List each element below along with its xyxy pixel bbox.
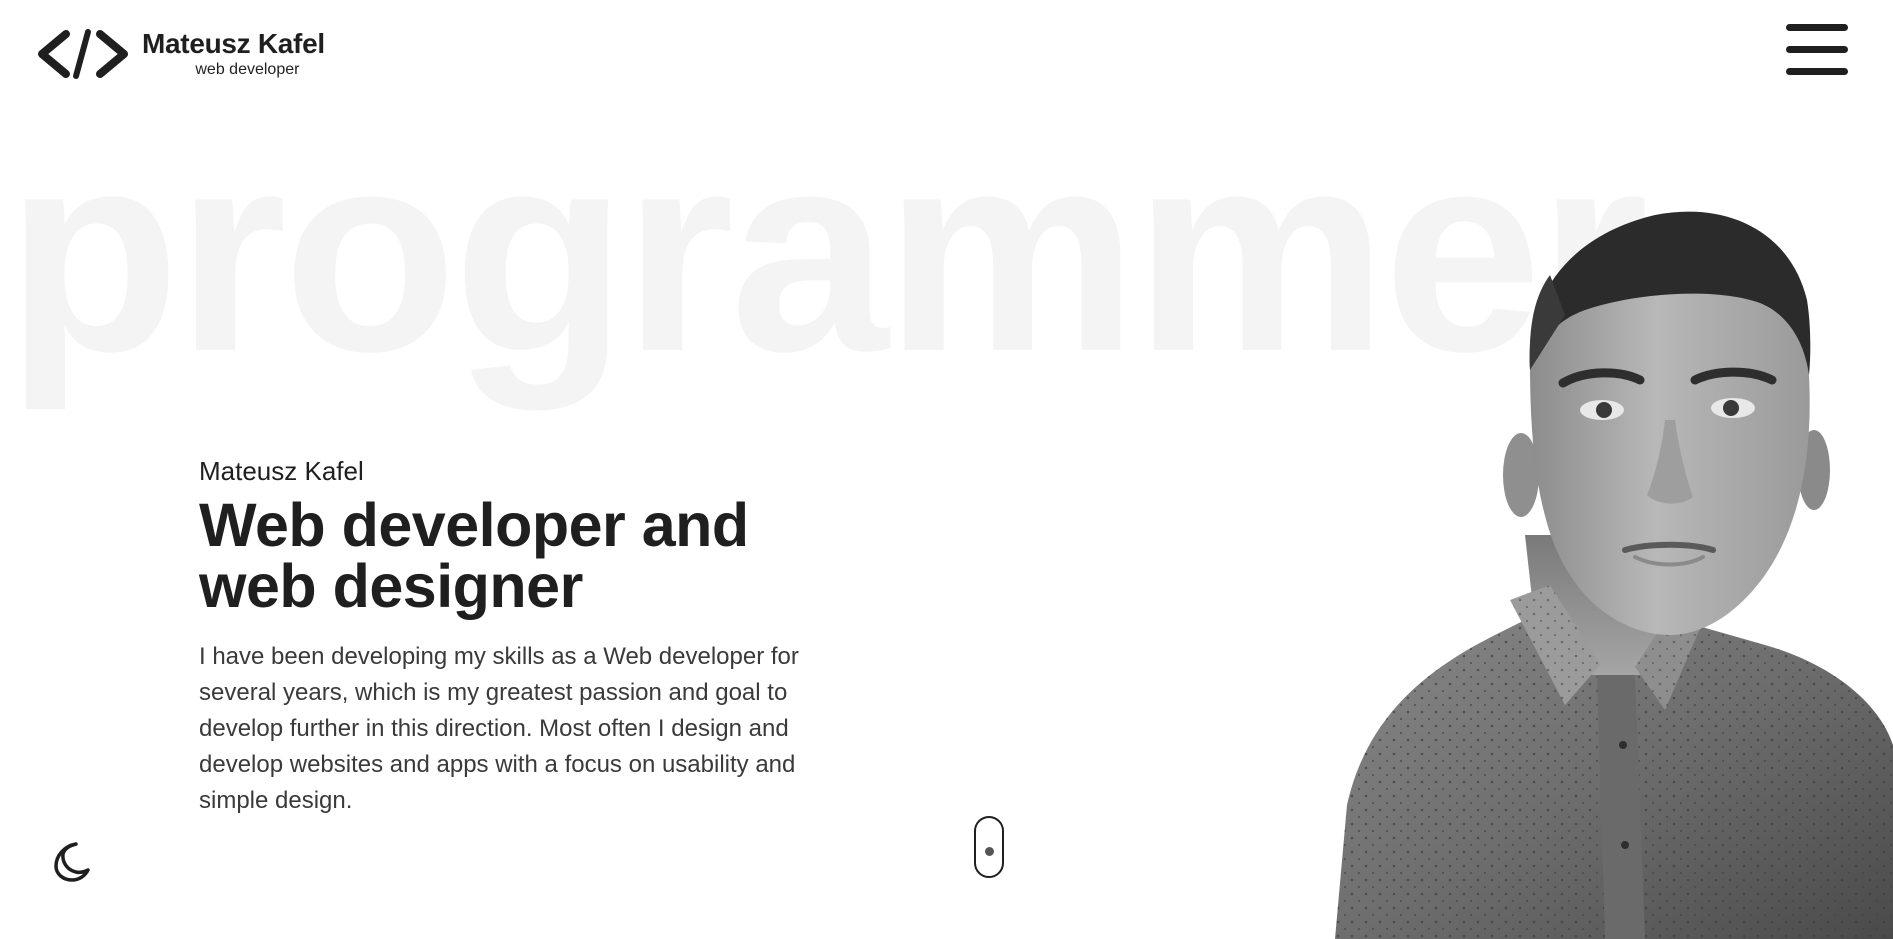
hamburger-line: [1786, 68, 1848, 75]
hero-section: Mateusz Kafel Web developer and web desi…: [199, 456, 839, 819]
logo-name: Mateusz Kafel: [142, 28, 325, 59]
hamburger-line: [1786, 24, 1848, 31]
hero-description: I have been developing my skills as a We…: [199, 643, 799, 815]
hamburger-menu-icon[interactable]: [1786, 24, 1848, 76]
code-brackets-icon: [38, 29, 128, 79]
scroll-dot: [984, 847, 994, 856]
logo-text: Mateusz Kafel web developer: [142, 30, 325, 78]
hero-title-line-2: web designer: [199, 552, 583, 621]
page: programmer Mateusz Kafel web developer M…: [0, 0, 1893, 939]
mouse-scroll-icon[interactable]: [974, 816, 1004, 878]
site-logo[interactable]: Mateusz Kafel web developer: [36, 26, 325, 82]
hero-name: Mateusz Kafel: [199, 456, 364, 486]
hero-title: Web developer and web designer: [199, 495, 839, 617]
portrait-photo: [1335, 211, 1893, 939]
moon-icon[interactable]: [46, 838, 92, 884]
hamburger-line: [1786, 46, 1848, 53]
hero-title-line-1: Web developer and: [199, 491, 749, 560]
logo-role: web developer: [195, 61, 300, 78]
